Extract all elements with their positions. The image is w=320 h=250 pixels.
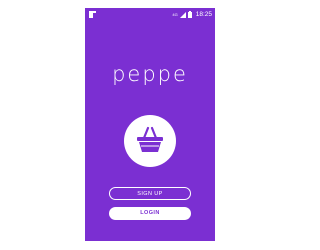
login-button[interactable]: LOGIN <box>109 207 191 220</box>
shopping-basket-icon <box>137 126 163 152</box>
status-time: 18:25 <box>195 11 212 18</box>
status-bar: 4G 18:25 <box>85 8 215 21</box>
signup-button[interactable]: SIGN UP <box>109 187 191 200</box>
app-screen: 4G 18:25 peppe SIGN UP LOGIN <box>85 8 215 241</box>
network-icon: 4G <box>172 12 178 17</box>
app-logo <box>124 115 176 167</box>
app-title: peppe <box>112 62 188 86</box>
status-icons: 4G 18:25 <box>172 8 212 21</box>
battery-icon <box>187 11 192 18</box>
app-notification-icon <box>89 11 96 18</box>
signal-icon <box>179 11 186 18</box>
